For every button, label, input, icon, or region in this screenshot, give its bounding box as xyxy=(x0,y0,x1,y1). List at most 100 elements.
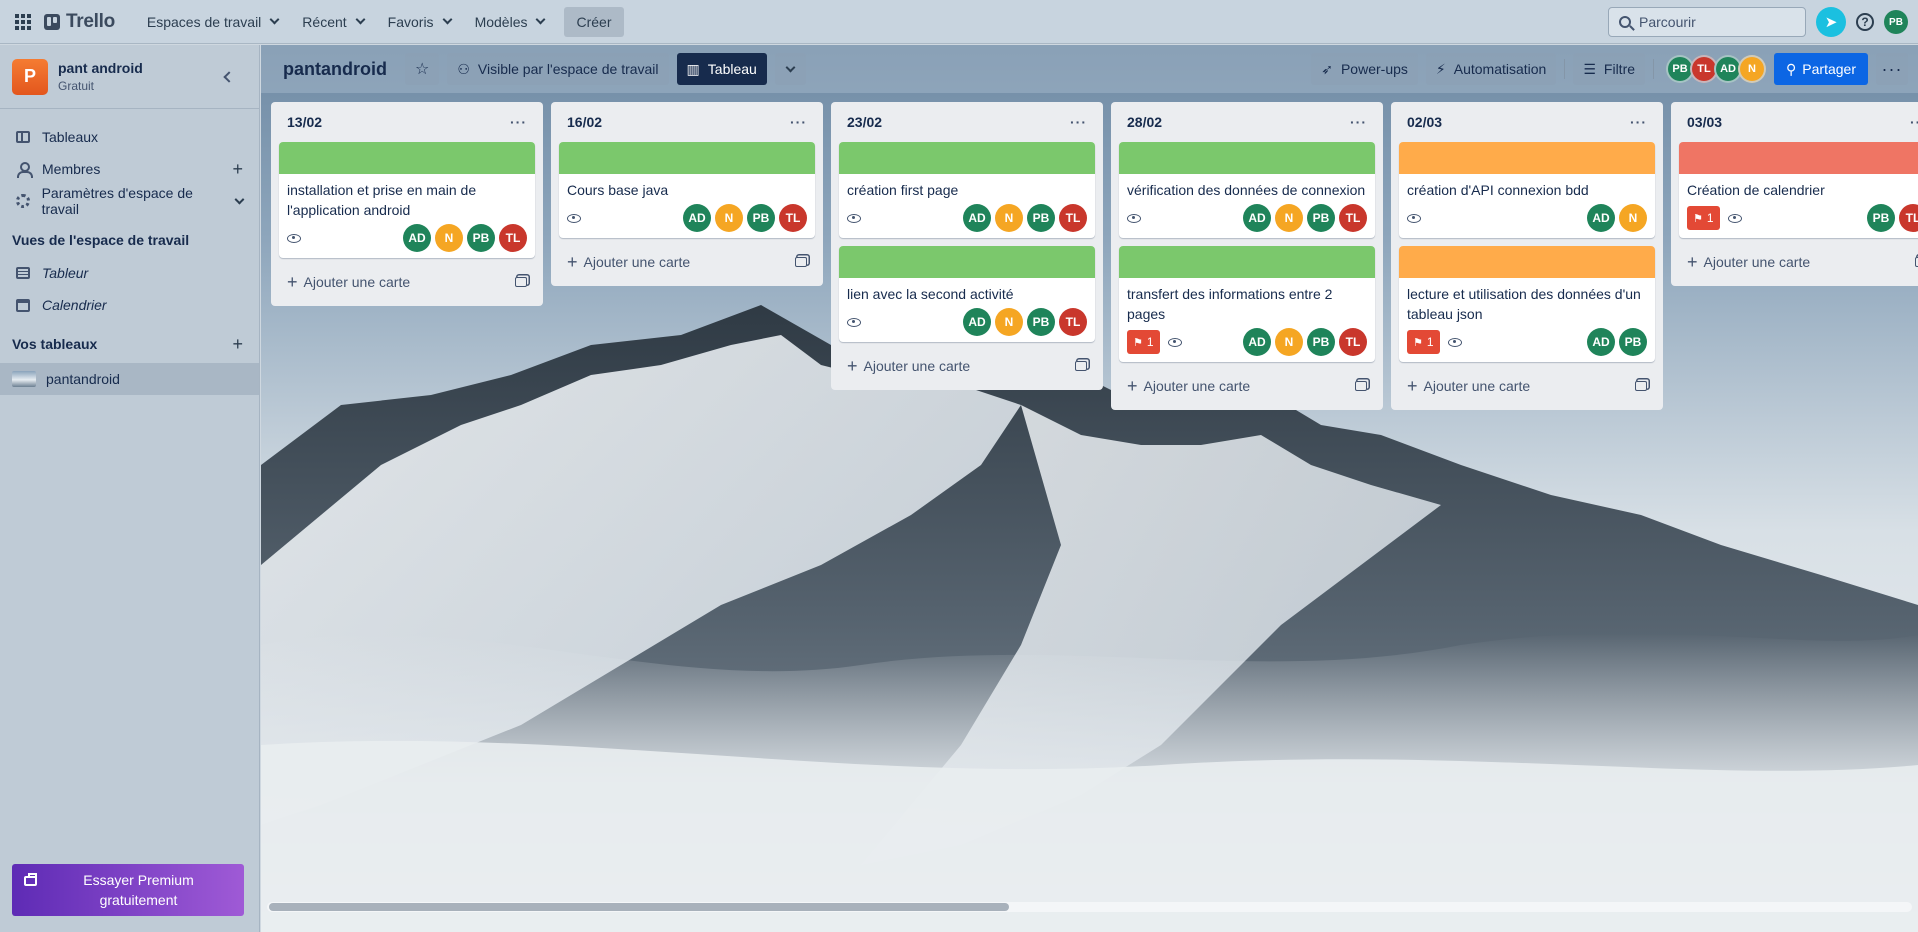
add-card-button[interactable]: + Ajouter une carte xyxy=(559,246,815,278)
horizontal-scrollbar[interactable] xyxy=(267,902,1912,912)
list-menu-icon[interactable]: ··· xyxy=(1070,114,1087,130)
workspace-logo[interactable]: P xyxy=(12,58,48,95)
list-menu-icon[interactable]: ··· xyxy=(1910,114,1918,130)
card-member-avatar[interactable]: N xyxy=(1275,328,1303,356)
list-header[interactable]: 23/02 ··· xyxy=(839,102,1095,142)
card-member-avatar[interactable]: TL xyxy=(1059,204,1087,232)
list-menu-icon[interactable]: ··· xyxy=(1350,114,1367,130)
card-member-avatar[interactable]: PB xyxy=(1307,204,1335,232)
sidebar-item-members[interactable]: Membres + xyxy=(0,153,259,185)
card-member-avatar[interactable]: PB xyxy=(1027,308,1055,336)
list-title[interactable]: 16/02 xyxy=(567,114,602,130)
add-card-button[interactable]: + Ajouter une carte xyxy=(839,350,1095,382)
sidebar-board-pantandroid[interactable]: pantandroid xyxy=(0,363,259,395)
user-avatar[interactable]: PB xyxy=(1884,10,1908,34)
list-header[interactable]: 16/02 ··· xyxy=(559,102,815,142)
card-member-avatar[interactable]: N xyxy=(995,308,1023,336)
workspace-name[interactable]: pant android xyxy=(58,60,143,76)
list-menu-icon[interactable]: ··· xyxy=(510,114,527,130)
card-member-avatar[interactable]: PB xyxy=(747,204,775,232)
trello-logo[interactable]: Trello xyxy=(44,11,115,33)
card-member-avatar[interactable]: N xyxy=(1275,204,1303,232)
visibility-button[interactable]: ⚇ Visible par l'espace de travail xyxy=(447,53,669,85)
add-card-button[interactable]: + Ajouter une carte xyxy=(1399,370,1655,402)
add-card-button[interactable]: + Ajouter une carte xyxy=(1119,370,1375,402)
add-member-icon[interactable]: + xyxy=(232,159,243,180)
create-button[interactable]: Créer xyxy=(564,6,624,37)
card[interactable]: création d'API connexion bdd AD N xyxy=(1399,142,1655,238)
powerups-button[interactable]: ➶ Power-ups xyxy=(1311,53,1418,85)
nav-templates[interactable]: Modèles xyxy=(463,8,557,36)
card-member-avatar[interactable]: AD xyxy=(1587,328,1615,356)
template-icon[interactable] xyxy=(795,257,807,267)
list-title[interactable]: 02/03 xyxy=(1407,114,1442,130)
card-member-avatar[interactable]: AD xyxy=(683,204,711,232)
add-board-icon[interactable]: + xyxy=(232,334,243,355)
list-menu-icon[interactable]: ··· xyxy=(1630,114,1647,130)
card-member-avatar[interactable]: AD xyxy=(1587,204,1615,232)
card-member-avatar[interactable]: PB xyxy=(1619,328,1647,356)
card-member-avatar[interactable]: PB xyxy=(1027,204,1055,232)
star-button[interactable]: ☆ xyxy=(405,53,440,85)
nav-workspaces[interactable]: Espaces de travail xyxy=(135,8,290,36)
views-dropdown-button[interactable] xyxy=(774,53,806,85)
share-button[interactable]: ⚲ Partager xyxy=(1774,53,1868,85)
card-member-avatar[interactable]: PB xyxy=(467,224,495,252)
help-icon[interactable]: ? xyxy=(1856,13,1874,31)
automation-button[interactable]: ⚡ Automatisation xyxy=(1425,53,1557,85)
template-icon[interactable] xyxy=(1075,361,1087,371)
nav-recent[interactable]: Récent xyxy=(290,8,375,36)
card[interactable]: Cours base java AD N PB TL xyxy=(559,142,815,238)
search-input[interactable] xyxy=(1639,14,1789,30)
card-member-avatar[interactable]: N xyxy=(715,204,743,232)
search-box[interactable] xyxy=(1608,7,1806,37)
board-title[interactable]: pantandroid xyxy=(283,59,387,80)
board-menu-button[interactable]: ··· xyxy=(1876,53,1908,85)
card-member-avatar[interactable]: TL xyxy=(1899,204,1918,232)
sidebar-item-boards[interactable]: Tableaux xyxy=(0,121,259,153)
nav-favorites[interactable]: Favoris xyxy=(376,8,463,36)
card-member-avatar[interactable]: TL xyxy=(1059,308,1087,336)
card-member-avatar[interactable]: N xyxy=(1619,204,1647,232)
list-header[interactable]: 03/03 ··· xyxy=(1679,102,1918,142)
card[interactable]: installation et prise en main de l'appli… xyxy=(279,142,535,258)
list-title[interactable]: 13/02 xyxy=(287,114,322,130)
card-member-avatar[interactable]: TL xyxy=(779,204,807,232)
template-icon[interactable] xyxy=(1355,381,1367,391)
try-premium-button[interactable]: Essayer Premium gratuitement xyxy=(12,864,244,916)
card[interactable]: Création de calendrier ⚑ 1 PB TL xyxy=(1679,142,1918,238)
card[interactable]: transfert des informations entre 2 pages… xyxy=(1119,246,1375,362)
list-header[interactable]: 13/02 ··· xyxy=(279,102,535,142)
sidebar-view-calendar[interactable]: Calendrier xyxy=(0,289,259,321)
card-member-avatar[interactable]: TL xyxy=(1339,328,1367,356)
scrollbar-thumb[interactable] xyxy=(269,903,1009,911)
card[interactable]: création first page AD N PB TL xyxy=(839,142,1095,238)
collapse-sidebar-icon[interactable] xyxy=(223,70,235,83)
card-member-avatar[interactable]: AD xyxy=(963,308,991,336)
template-icon[interactable] xyxy=(515,277,527,287)
card-member-avatar[interactable]: PB xyxy=(1867,204,1895,232)
card-member-avatar[interactable]: TL xyxy=(499,224,527,252)
sidebar-view-table[interactable]: Tableur xyxy=(0,257,259,289)
card[interactable]: lecture et utilisation des données d'un … xyxy=(1399,246,1655,362)
card[interactable]: lien avec la second activité AD N PB TL xyxy=(839,246,1095,342)
card-member-avatar[interactable]: AD xyxy=(963,204,991,232)
card-member-avatar[interactable]: AD xyxy=(403,224,431,252)
card-member-avatar[interactable]: PB xyxy=(1307,328,1335,356)
add-card-button[interactable]: + Ajouter une carte xyxy=(279,266,535,298)
card-member-avatar[interactable]: AD xyxy=(1243,204,1271,232)
list-header[interactable]: 28/02 ··· xyxy=(1119,102,1375,142)
board-view-button[interactable]: ▥ Tableau xyxy=(676,53,767,85)
list-menu-icon[interactable]: ··· xyxy=(790,114,807,130)
filter-button[interactable]: ☰ Filtre xyxy=(1573,53,1646,85)
template-icon[interactable] xyxy=(1635,381,1647,391)
list-header[interactable]: 02/03 ··· xyxy=(1399,102,1655,142)
list-title[interactable]: 23/02 xyxy=(847,114,882,130)
sidebar-item-settings[interactable]: Paramètres d'espace de travail xyxy=(0,185,259,217)
card-member-avatar[interactable]: N xyxy=(435,224,463,252)
card[interactable]: vérification des données de connexion AD N… xyxy=(1119,142,1375,238)
card-member-avatar[interactable]: TL xyxy=(1339,204,1367,232)
member-avatar[interactable]: N xyxy=(1738,55,1767,83)
add-card-button[interactable]: + Ajouter une carte xyxy=(1679,246,1918,278)
list-title[interactable]: 03/03 xyxy=(1687,114,1722,130)
